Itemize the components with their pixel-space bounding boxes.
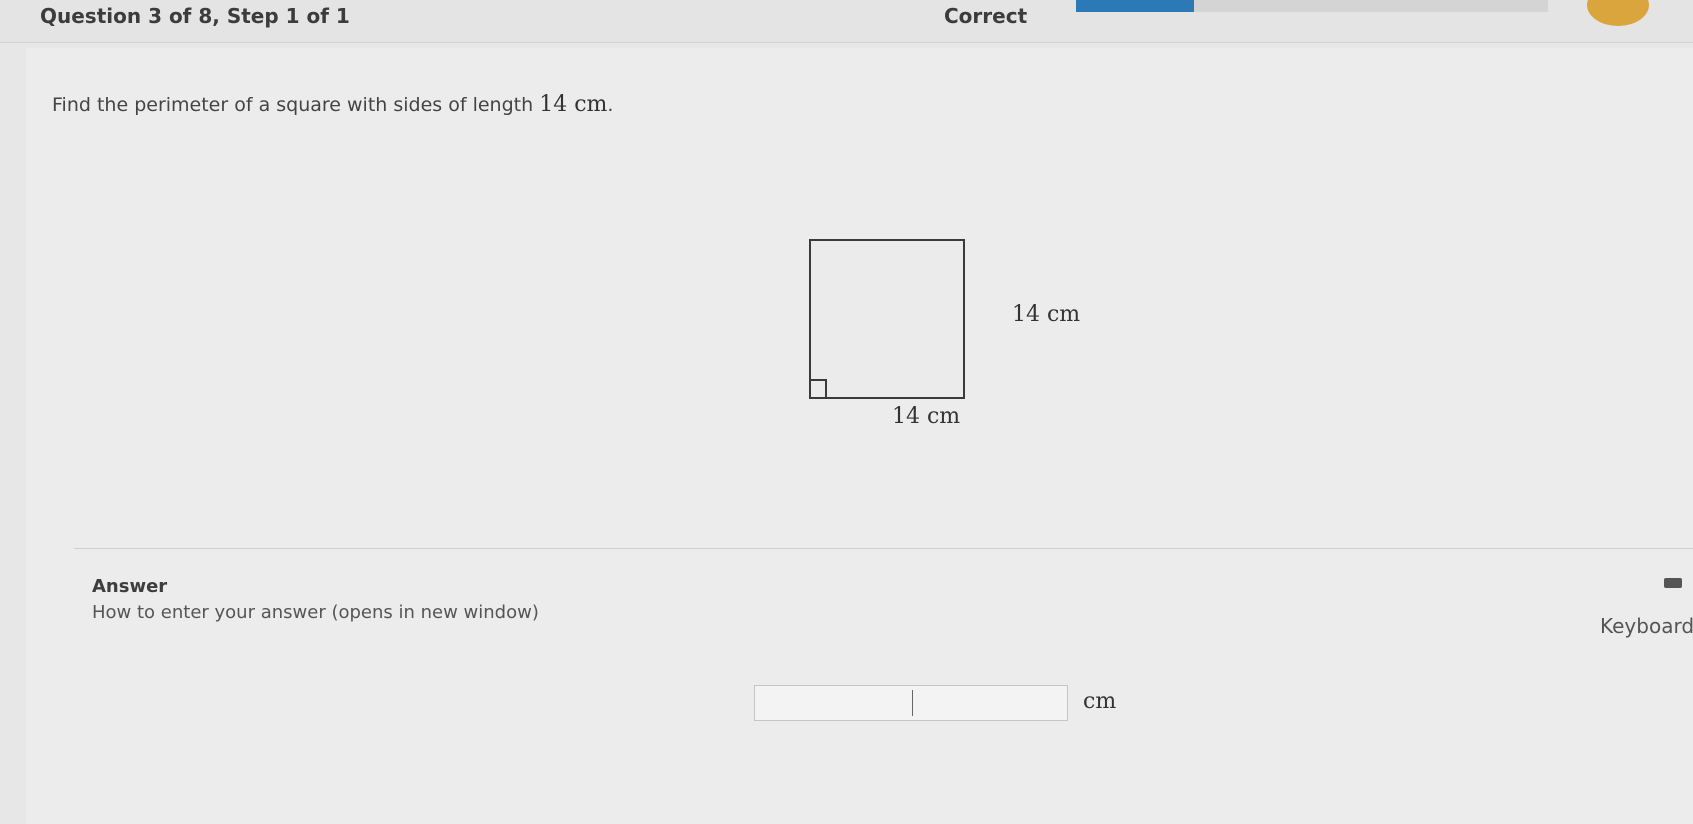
answer-unit-label: cm xyxy=(1083,689,1117,714)
side-length-label: 14 cm xyxy=(1012,302,1081,327)
problem-statement: Find the perimeter of a square with side… xyxy=(52,92,613,117)
answer-help-link[interactable]: How to enter your answer (opens in new w… xyxy=(92,602,539,623)
question-panel: Find the perimeter of a square with side… xyxy=(26,48,1693,824)
avatar[interactable] xyxy=(1587,0,1649,26)
section-divider xyxy=(74,548,1693,549)
square-figure xyxy=(809,239,965,399)
top-bar: Question 3 of 8, Step 1 of 1 Correct xyxy=(0,0,1693,43)
question-progress-label: Question 3 of 8, Step 1 of 1 xyxy=(40,4,350,28)
progress-bar xyxy=(1076,0,1548,12)
square-shape xyxy=(809,239,965,399)
answer-input[interactable] xyxy=(754,685,1068,721)
problem-length: 14 cm xyxy=(539,92,608,117)
problem-text: Find the perimeter of a square with side… xyxy=(52,94,534,116)
answer-heading: Answer xyxy=(92,576,168,597)
keyboard-shortcuts-link[interactable]: Keyboard Sl xyxy=(1600,614,1693,638)
status-label: Correct xyxy=(944,4,1028,28)
keyboard-icon[interactable] xyxy=(1664,578,1682,588)
bottom-length-label: 14 cm xyxy=(892,404,961,429)
problem-period: . xyxy=(607,94,614,116)
text-cursor xyxy=(912,690,913,716)
progress-bar-fill xyxy=(1076,0,1194,12)
